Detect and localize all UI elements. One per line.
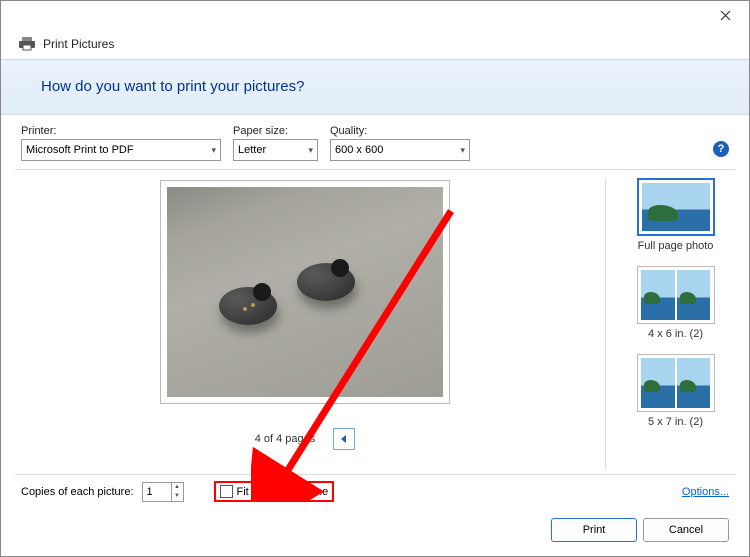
landscape-icon (677, 358, 711, 408)
options-link[interactable]: Options... (682, 486, 729, 498)
copies-input[interactable] (143, 483, 171, 501)
close-icon (720, 10, 731, 21)
triangle-left-icon (340, 435, 348, 443)
banner: How do you want to print your pictures? (1, 59, 749, 115)
preview-pane: 4 of 4 pages (15, 178, 595, 470)
paper-size-select[interactable]: Letter ▾ (233, 139, 318, 161)
printer-icon (19, 37, 35, 51)
landscape-icon (641, 358, 675, 408)
preview-content (219, 287, 277, 325)
print-pictures-dialog: Print Pictures How do you want to print … (0, 0, 750, 557)
paper-size-label: Paper size: (233, 125, 318, 137)
chevron-down-icon: ▾ (460, 145, 465, 156)
copies-spinner[interactable]: ▲ ▼ (142, 482, 184, 502)
copies-row: Copies of each picture: ▲ ▼ Fit picture … (1, 475, 749, 508)
quality-select[interactable]: 600 x 600 ▾ (330, 139, 470, 161)
layout-label: Full page photo (638, 240, 714, 252)
help-button[interactable]: ? (713, 141, 729, 157)
chevron-down-icon: ▾ (211, 145, 216, 156)
button-row: Print Cancel (1, 508, 749, 556)
printer-label: Printer: (21, 125, 221, 137)
layout-5x7[interactable]: 5 x 7 in. (2) (637, 354, 715, 428)
chevron-down-icon: ▾ (308, 145, 313, 156)
paper-size-group: Paper size: Letter ▾ (233, 125, 318, 161)
printer-select[interactable]: Microsoft Print to PDF ▾ (21, 139, 221, 161)
quality-value: 600 x 600 (335, 144, 383, 156)
printer-value: Microsoft Print to PDF (26, 144, 134, 156)
spinner-buttons: ▲ ▼ (171, 483, 183, 501)
page-status: 4 of 4 pages (255, 433, 316, 445)
dialog-header: Print Pictures (1, 29, 749, 59)
preview-image (167, 187, 443, 397)
cancel-button[interactable]: Cancel (643, 518, 729, 542)
titlebar (1, 1, 749, 29)
printer-group: Printer: Microsoft Print to PDF ▾ (21, 125, 221, 161)
preview-frame (160, 180, 450, 404)
landscape-icon (677, 270, 711, 320)
copies-label: Copies of each picture: (21, 486, 134, 498)
close-button[interactable] (709, 3, 741, 27)
landscape-icon (641, 270, 675, 320)
config-row: Printer: Microsoft Print to PDF ▾ Paper … (1, 115, 749, 169)
main-area: 4 of 4 pages Full page photo 4 x 6 in. (… (1, 170, 749, 474)
layout-pane: Full page photo 4 x 6 in. (2) 5 x 7 in. … (605, 178, 735, 470)
paper-size-value: Letter (238, 144, 266, 156)
page-navigation: 4 of 4 pages (255, 428, 356, 450)
banner-text: How do you want to print your pictures? (41, 78, 304, 95)
quality-group: Quality: 600 x 600 ▾ (330, 125, 470, 161)
spinner-up[interactable]: ▲ (172, 483, 183, 492)
landscape-icon (642, 183, 710, 231)
print-button[interactable]: Print (551, 518, 637, 542)
layout-label: 5 x 7 in. (2) (648, 416, 703, 428)
prev-page-button[interactable] (333, 428, 355, 450)
preview-content (297, 263, 355, 301)
spinner-down[interactable]: ▼ (172, 492, 183, 501)
fit-to-frame-checkbox[interactable] (220, 485, 233, 498)
quality-label: Quality: (330, 125, 470, 137)
layout-full-page[interactable]: Full page photo (637, 178, 715, 252)
fit-to-frame-label: Fit picture to frame (237, 486, 329, 498)
dialog-title: Print Pictures (43, 37, 114, 51)
layout-thumb (637, 266, 715, 324)
fit-to-frame-highlight: Fit picture to frame (214, 481, 335, 502)
layout-thumb (637, 354, 715, 412)
layout-4x6[interactable]: 4 x 6 in. (2) (637, 266, 715, 340)
layout-thumb (637, 178, 715, 236)
layout-label: 4 x 6 in. (2) (648, 328, 703, 340)
